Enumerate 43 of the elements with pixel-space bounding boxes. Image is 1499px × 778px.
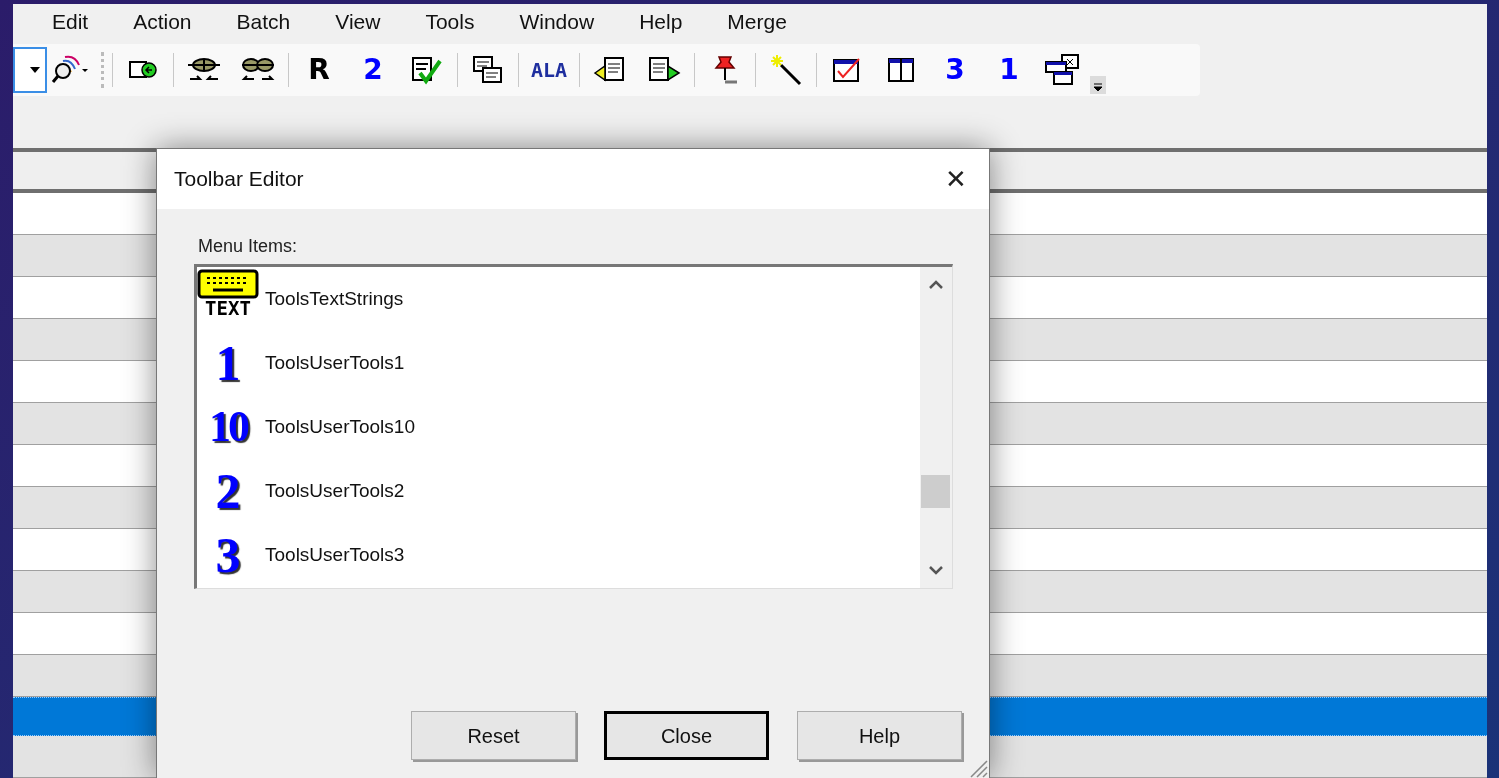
number-icon: 1	[197, 333, 259, 393]
dialog-button[interactable]: Reset	[411, 711, 576, 760]
scroll-thumb[interactable]	[921, 475, 950, 508]
dropdown-icon[interactable]	[29, 66, 41, 74]
close-button[interactable]: ✕	[939, 162, 973, 196]
number-icon: 3	[197, 525, 259, 585]
document-copy-icon[interactable]	[471, 54, 505, 86]
menu-item[interactable]: Edit	[39, 6, 102, 38]
menu-item[interactable]: Tools	[412, 6, 488, 38]
number-icon: 10	[197, 397, 259, 457]
keyboard-icon	[197, 269, 259, 299]
info-arrow-icon[interactable]	[128, 59, 158, 81]
stacked-windows-icon[interactable]	[1044, 53, 1082, 87]
list-item[interactable]: ToolsUserTools3	[265, 540, 405, 570]
toolbar-button[interactable]: 3	[935, 48, 975, 92]
toolbar-button[interactable]: ALA	[529, 48, 569, 92]
toolbar-overflow-icon[interactable]	[1090, 76, 1106, 94]
list-item[interactable]: ToolsUserTools1	[265, 348, 405, 378]
number-icon: 2	[197, 461, 259, 521]
menu-item[interactable]: Merge	[714, 6, 800, 38]
toolbar-button[interactable]: 2	[353, 48, 393, 92]
toolbar-button[interactable]: R	[299, 48, 339, 92]
icon-label: TEXT	[205, 299, 251, 318]
menu-item[interactable]: View	[322, 6, 394, 38]
list-item[interactable]: ToolsUserTools10	[265, 412, 415, 442]
scroll-up-icon[interactable]	[929, 280, 943, 290]
toolbar-button[interactable]: 1	[989, 48, 1029, 92]
scroll-down-icon[interactable]	[929, 565, 943, 575]
dialog-title: Toolbar Editor	[174, 166, 304, 193]
menu-item[interactable]: Help	[626, 6, 696, 38]
list-label: Menu Items:	[198, 235, 298, 258]
toolbar-grip[interactable]	[101, 52, 105, 88]
split-window-icon[interactable]	[886, 55, 916, 85]
scrollbar[interactable]	[920, 267, 952, 588]
dialog-button[interactable]: Help	[797, 711, 962, 760]
menu-item[interactable]: Action	[120, 6, 205, 38]
magic-wand-icon[interactable]	[769, 53, 803, 87]
document-check-icon[interactable]	[410, 55, 444, 85]
menu-item[interactable]: Window	[506, 6, 608, 38]
list-item[interactable]: ToolsTextStrings	[265, 284, 404, 314]
dialog-button[interactable]: Close	[604, 711, 769, 760]
list-item[interactable]: ToolsUserTools2	[265, 476, 405, 506]
menu-item[interactable]: Batch	[223, 6, 304, 38]
